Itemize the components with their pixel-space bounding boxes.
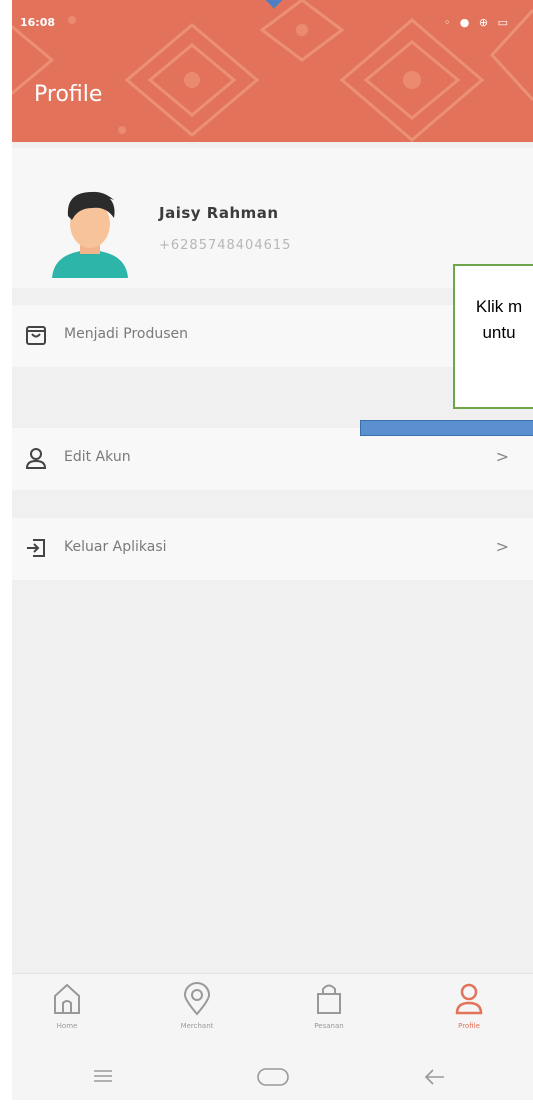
logout-icon <box>27 539 45 557</box>
nav-merchant[interactable]: Merchant <box>152 982 242 1052</box>
phone-screen: 16:08 ◦ ● ⊕ ▭ Profile Jaisy Rahman +6285… <box>12 0 533 1100</box>
menu-icon[interactable] <box>92 1066 114 1086</box>
menu-label: Edit Akun <box>64 449 131 465</box>
shopping-bag-icon <box>26 326 46 345</box>
menu-item-keluar-aplikasi[interactable]: Keluar Aplikasi > <box>12 518 533 580</box>
menu-item-edit-akun[interactable]: Edit Akun > <box>12 428 533 490</box>
nav-label: Merchant <box>180 1022 214 1030</box>
menu-label: Keluar Aplikasi <box>64 539 167 555</box>
chevron-right-icon: > <box>495 447 509 466</box>
annotation-line: untu <box>482 323 516 342</box>
nav-home[interactable]: Home <box>22 982 112 1052</box>
status-icons: ◦ ● ⊕ ▭ <box>443 16 511 29</box>
bottom-nav: Home Merchant Pesanan Profile <box>12 973 533 1056</box>
menu-label: Menjadi Produsen <box>64 326 189 342</box>
annotation-arrow <box>360 420 533 436</box>
home-button-icon[interactable] <box>256 1066 290 1088</box>
nav-label: Profile <box>458 1022 480 1030</box>
nav-pesanan[interactable]: Pesanan <box>284 982 374 1052</box>
page-title: Profile <box>34 82 103 107</box>
avatar <box>52 191 128 278</box>
chevron-right-icon: > <box>495 537 509 556</box>
home-icon <box>54 983 80 1014</box>
nav-label: Home <box>56 1022 78 1030</box>
status-time: 16:08 <box>20 16 56 29</box>
user-name: Jaisy Rahman <box>159 204 279 222</box>
nav-profile[interactable]: Profile <box>424 982 514 1052</box>
annotation-callout: Klik m untu <box>453 264 533 409</box>
user-icon <box>455 983 483 1015</box>
location-pin-icon <box>183 982 211 1016</box>
user-icon <box>25 448 47 469</box>
nav-label: Pesanan <box>314 1022 344 1030</box>
user-phone: +6285748404615 <box>159 238 292 253</box>
back-arrow-icon[interactable] <box>422 1066 446 1088</box>
bag-icon <box>317 984 341 1014</box>
annotation-line: Klik m <box>475 297 523 316</box>
app-header: 16:08 ◦ ● ⊕ ▭ Profile <box>12 0 533 142</box>
system-nav-bar <box>12 1056 533 1100</box>
